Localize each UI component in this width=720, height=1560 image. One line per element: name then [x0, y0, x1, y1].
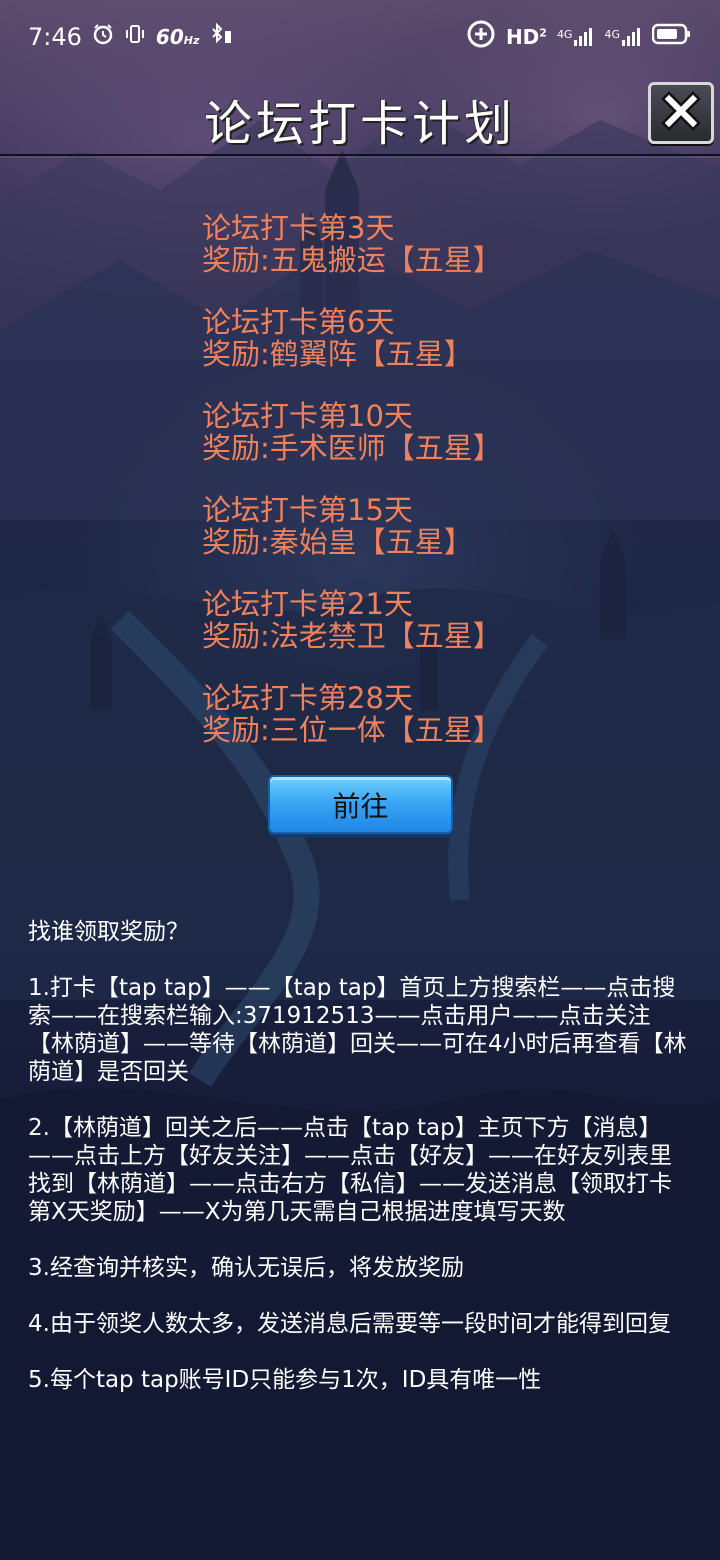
- page-title: 论坛打卡计划: [203, 96, 516, 152]
- close-button[interactable]: [648, 82, 714, 144]
- reward-day: 论坛打卡第6天: [202, 305, 395, 339]
- bluetooth-battery-icon: [209, 22, 233, 51]
- reward-item: 论坛打卡第6天 奖励:鹤翼阵【五星】: [202, 306, 502, 370]
- instructions: 找谁领取奖励？ 1.打卡【tap tap】——【tap tap】首页上方搜索栏—…: [28, 918, 692, 1422]
- reward-item: 论坛打卡第21天 奖励:法老禁卫【五星】: [202, 588, 502, 652]
- refresh-rate: 60Hz: [156, 25, 199, 49]
- reward-item: 论坛打卡第15天 奖励:秦始皇【五星】: [202, 494, 502, 558]
- reward-day: 论坛打卡第28天: [202, 681, 413, 715]
- refresh-rate-value: 60: [155, 25, 184, 49]
- data-saver-icon: [466, 19, 496, 55]
- go-button[interactable]: 前往: [268, 775, 453, 834]
- status-time: 7:46: [28, 23, 82, 51]
- hd-sub: 2: [539, 26, 547, 40]
- reward-prize: 奖励:三位一体【五星】: [202, 713, 502, 747]
- network-type-1: 4G: [556, 28, 573, 41]
- instruction-item: 2.【林荫道】回关之后——点击【tap tap】主页下方【消息】——点击上方【好…: [28, 1115, 672, 1225]
- reward-prize: 奖励:秦始皇【五星】: [202, 525, 473, 559]
- battery-icon: [651, 23, 692, 51]
- reward-prize: 奖励:五鬼搬运【五星】: [202, 243, 502, 277]
- network-type-2: 4G: [604, 28, 620, 41]
- reward-day: 论坛打卡第3天: [202, 211, 395, 245]
- reward-day: 论坛打卡第10天: [202, 399, 413, 433]
- reward-prize: 奖励:鹤翼阵【五星】: [202, 337, 473, 371]
- reward-item: 论坛打卡第28天 奖励:三位一体【五星】: [202, 682, 502, 746]
- alarm-icon: [92, 23, 114, 51]
- close-icon: [661, 91, 701, 135]
- hd-indicator: HD2: [506, 25, 547, 49]
- signal-icon-1: 4G: [557, 28, 595, 46]
- reward-prize: 奖励:法老禁卫【五星】: [202, 619, 502, 653]
- hd-label: HD: [505, 25, 540, 49]
- signal-icon-2: 4G: [604, 28, 642, 46]
- reward-prize: 奖励:手术医师【五星】: [202, 431, 502, 465]
- instructions-question: 找谁领取奖励？: [28, 919, 189, 945]
- reward-list: 论坛打卡第3天 奖励:五鬼搬运【五星】 论坛打卡第6天 奖励:鹤翼阵【五星】 论…: [202, 212, 502, 776]
- instruction-item: 3.经查询并核实，确认无误后，将发放奖励: [28, 1255, 464, 1281]
- reward-item: 论坛打卡第10天 奖励:手术医师【五星】: [202, 400, 502, 464]
- header-bar: 论坛打卡计划: [0, 74, 720, 156]
- refresh-rate-unit: Hz: [183, 34, 200, 47]
- vibrate-icon: [124, 23, 146, 51]
- reward-day: 论坛打卡第15天: [202, 493, 413, 527]
- status-bar: 7:46 60Hz HD2 4G 4G: [0, 0, 720, 74]
- reward-day: 论坛打卡第21天: [202, 587, 413, 621]
- instruction-item: 5.每个tap tap账号ID只能参与1次，ID具有唯一性: [28, 1367, 542, 1393]
- instruction-item: 1.打卡【tap tap】——【tap tap】首页上方搜索栏——点击搜索——在…: [28, 975, 687, 1085]
- reward-item: 论坛打卡第3天 奖励:五鬼搬运【五星】: [202, 212, 502, 276]
- instruction-item: 4.由于领奖人数太多，发送消息后需要等一段时间才能得到回复: [28, 1311, 671, 1337]
